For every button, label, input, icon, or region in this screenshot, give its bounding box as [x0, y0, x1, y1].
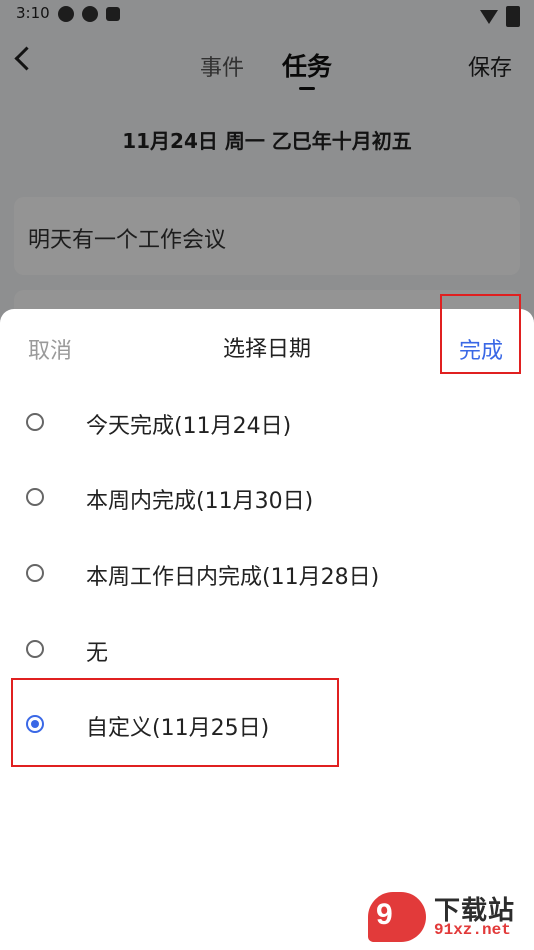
highlight-box-custom: [11, 678, 339, 767]
option-today[interactable]: 今天完成(11月24日): [0, 392, 534, 452]
radio-button[interactable]: [26, 564, 44, 582]
radio-button[interactable]: [26, 413, 44, 431]
radio-button[interactable]: [26, 488, 44, 506]
option-label: 今天完成(11月24日): [86, 414, 292, 439]
option-this-week[interactable]: 本周内完成(11月30日): [0, 467, 534, 527]
watermark-logo-icon: 9: [368, 892, 426, 942]
option-label: 本周内完成(11月30日): [86, 489, 314, 514]
option-this-workweek[interactable]: 本周工作日内完成(11月28日): [0, 543, 534, 603]
option-label: 无: [86, 641, 109, 666]
option-none[interactable]: 无: [0, 619, 534, 679]
date-picker-sheet: 取消 选择日期 完成 今天完成(11月24日) 本周内完成(11月30日) 本周…: [0, 309, 534, 950]
option-label: 本周工作日内完成(11月28日): [86, 565, 380, 590]
watermark-domain: 91xz.net: [434, 921, 511, 939]
highlight-box-done: [440, 294, 521, 374]
site-watermark: 9 下载站 91xz.net: [368, 890, 528, 944]
watermark-logo-text: 9: [376, 898, 393, 931]
radio-button[interactable]: [26, 640, 44, 658]
